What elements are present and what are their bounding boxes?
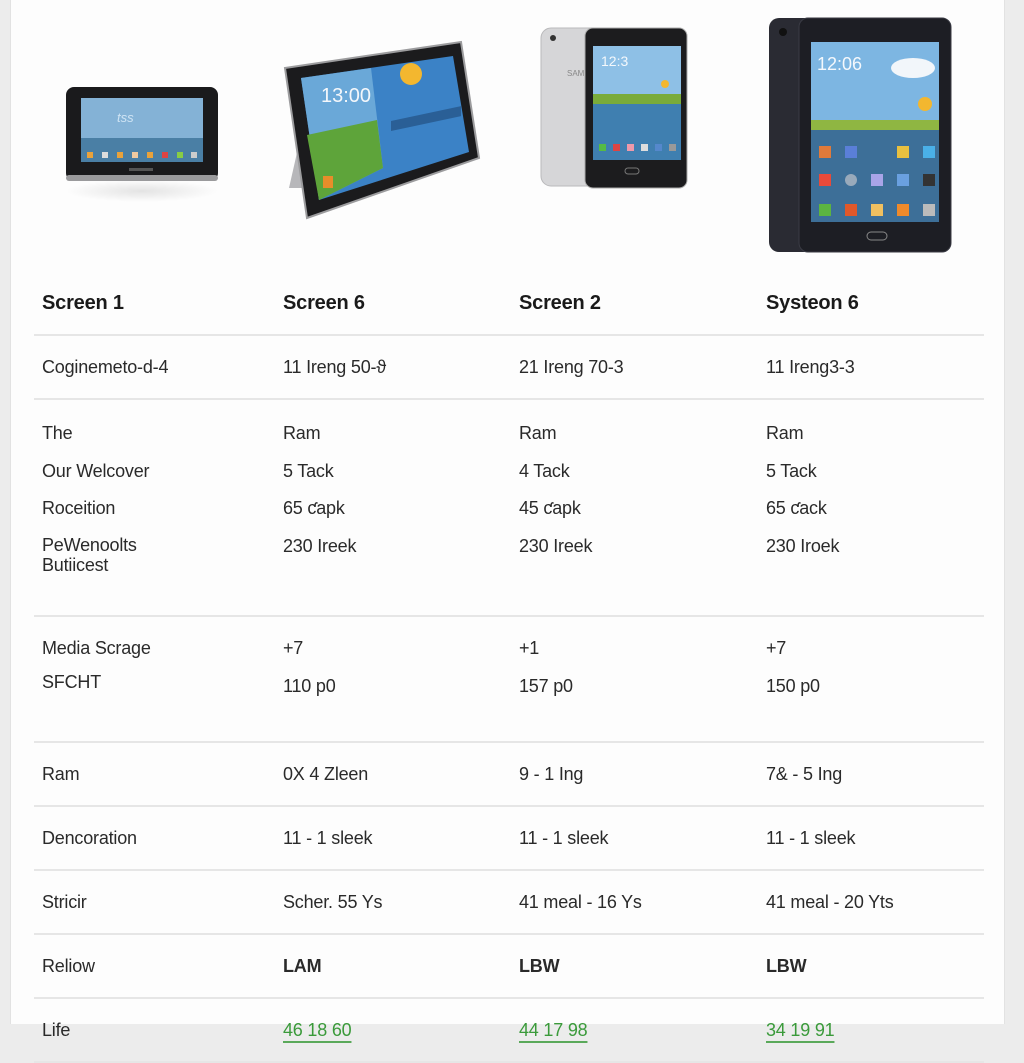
cell: 21 Ireng 70-3 xyxy=(511,335,758,400)
cell: 230 Iroek xyxy=(766,535,840,556)
row-label-group: Media Scrage SFCHT xyxy=(34,616,275,743)
cell: 45 ƈapk xyxy=(519,498,581,518)
cell: 41 meal - 16 Ys xyxy=(511,870,758,935)
cell-group: +1 157 p0 xyxy=(511,616,758,743)
cell: 11 - 1 sleek xyxy=(511,806,758,871)
row-label: SFCHT xyxy=(42,672,101,692)
cell: 9 - 1 Ing xyxy=(511,742,758,807)
device-gallery: tss 13:00 SAMS 12:3 12:06 xyxy=(11,0,1004,280)
cell: 150 p0 xyxy=(766,676,820,696)
cell: 11 Ireng3-3 xyxy=(758,335,984,400)
column-header: Screen 6 xyxy=(275,270,511,336)
comparison-page: tss 13:00 SAMS 12:3 12:06 Screen 1 Scree… xyxy=(10,0,1005,1063)
row-label-group: The Our Welcover Roceition PeWenoolts Bu… xyxy=(34,399,275,617)
clock-text: 13:00 xyxy=(321,85,371,107)
cell: 65 ƈapk xyxy=(283,498,345,518)
rating-badge: LBW xyxy=(511,934,758,999)
row-label: Stricir xyxy=(34,870,275,935)
cell[interactable]: 46 18 60 xyxy=(275,998,511,1063)
device-image-tablet-1: tss xyxy=(65,86,219,202)
cell-group: Ram 5 Tack 65 ƈack 230 Iroek xyxy=(758,399,984,617)
cell: 230 Ireek xyxy=(519,535,593,556)
cell: 11 Ireng 50-ϑ xyxy=(275,335,511,400)
table-row: Ram 0X 4 Zleen 9 - 1 Ing 7& - 5 Ing xyxy=(34,742,984,807)
device-image-tablet-4: 12:06 xyxy=(767,16,953,254)
device-image-tablet-3: SAMS 12:3 xyxy=(539,26,689,190)
svg-text:tss: tss xyxy=(117,110,134,125)
cell-group: Ram 5 Tack 65 ƈapk 230 Ireek xyxy=(275,399,511,617)
cell: 0X 4 Zleen xyxy=(275,742,511,807)
cell: 5 Tack xyxy=(283,460,334,481)
row-label: Media Scrage xyxy=(42,638,151,658)
table-row: Reliow LAM LBW LBW xyxy=(34,934,984,999)
row-label: Our Welcover xyxy=(42,460,150,481)
cell: +1 xyxy=(519,638,540,658)
row-label: Coginemeto-d-4 xyxy=(34,335,275,400)
row-label: Ram xyxy=(34,742,275,807)
row-label: Reliow xyxy=(34,934,275,999)
life-link[interactable]: 46 18 60 xyxy=(283,1020,352,1040)
table-row: The Our Welcover Roceition PeWenoolts Bu… xyxy=(34,399,984,617)
row-label: Roceition xyxy=(42,498,116,518)
cell: 41 meal - 20 Yts xyxy=(758,870,984,935)
table-row: Media Scrage SFCHT +7 110 p0 +1 157 p0 +… xyxy=(34,616,984,743)
device-reflection xyxy=(65,180,219,202)
cell: Ram xyxy=(283,423,321,443)
cell-group: +7 110 p0 xyxy=(275,616,511,743)
cell: +7 xyxy=(283,638,304,658)
cell-group: +7 150 p0 xyxy=(758,616,984,743)
clock-text: 12:3 xyxy=(601,53,628,69)
cell: 11 - 1 sleek xyxy=(758,806,984,871)
table-row: Life 46 18 60 44 17 98 34 19 91 xyxy=(34,998,984,1063)
row-label: The xyxy=(42,423,73,443)
cell: 157 p0 xyxy=(519,676,573,696)
column-header: Screen 1 xyxy=(34,270,275,336)
cell: 230 Ireek xyxy=(283,535,357,556)
cell: 5 Tack xyxy=(766,460,817,481)
cell: Scher. 55 Ys xyxy=(275,870,511,935)
table-row: Dencoration 11 - 1 sleek 11 - 1 sleek 11… xyxy=(34,806,984,871)
clock-text: 12:06 xyxy=(817,54,862,74)
column-header: Screen 2 xyxy=(511,270,758,336)
rating-badge: LBW xyxy=(758,934,984,999)
table-row: Coginemeto-d-4 11 Ireng 50-ϑ 21 Ireng 70… xyxy=(34,335,984,400)
column-header: Systeon 6 xyxy=(758,270,984,336)
row-label: PeWenoolts Butiicest xyxy=(42,534,137,575)
cell: 65 ƈack xyxy=(766,498,827,518)
cell[interactable]: 34 19 91 xyxy=(758,998,984,1063)
cell: Ram xyxy=(519,423,557,443)
life-link[interactable]: 44 17 98 xyxy=(519,1020,588,1040)
rating-badge: LAM xyxy=(275,934,511,999)
device-image-tablet-2: 13:00 xyxy=(283,40,483,220)
cell: 11 - 1 sleek xyxy=(275,806,511,871)
comparison-table: Screen 1 Screen 6 Screen 2 Systeon 6 Cog… xyxy=(34,270,984,1063)
cell: Ram xyxy=(766,423,804,443)
cell: 110 p0 xyxy=(283,676,336,696)
cell: 7& - 5 Ing xyxy=(758,742,984,807)
cell: +7 xyxy=(766,638,787,658)
row-label: Life xyxy=(34,998,275,1063)
cell: 4 Tack xyxy=(519,460,570,481)
cell[interactable]: 44 17 98 xyxy=(511,998,758,1063)
life-link[interactable]: 34 19 91 xyxy=(766,1020,835,1040)
table-row: Stricir Scher. 55 Ys 41 meal - 16 Ys 41 … xyxy=(34,870,984,935)
row-label: Dencoration xyxy=(34,806,275,871)
table-header-row: Screen 1 Screen 6 Screen 2 Systeon 6 xyxy=(34,270,984,336)
cell-group: Ram 4 Tack 45 ƈapk 230 Ireek xyxy=(511,399,758,617)
